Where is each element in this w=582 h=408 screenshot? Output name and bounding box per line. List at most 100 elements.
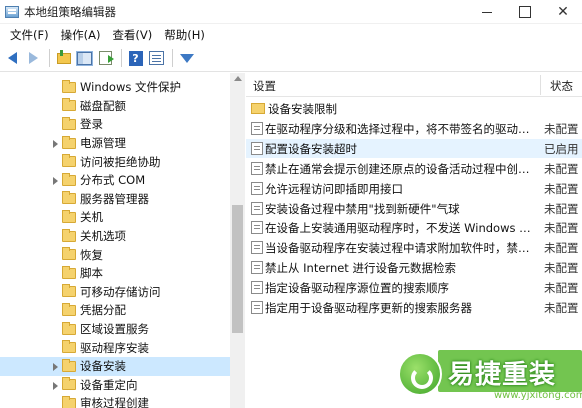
close-icon[interactable]: ✕ [544, 0, 582, 24]
tree-item[interactable]: 设备重定向 [0, 376, 230, 395]
scrollbar-thumb[interactable] [232, 205, 243, 333]
expand-chevron-icon[interactable] [53, 177, 59, 186]
policy-name: 指定用于设备驱动程序更新的搜索服务器 [265, 301, 472, 315]
policy-row[interactable]: 禁止在通常会提示创建还原点的设备活动过程中创建系统还原点未配置 [246, 159, 582, 178]
toolbar-divider [121, 49, 122, 67]
column-header-setting[interactable]: 设置 [253, 78, 276, 94]
tree-item[interactable]: 登录 [0, 115, 230, 134]
policy-row[interactable]: 允许远程访问即插即用接口 未配置 [246, 179, 582, 198]
tree-scrollbar[interactable] [230, 73, 245, 408]
tree-item[interactable]: 设备安装 [0, 357, 230, 376]
policy-setting-icon [251, 261, 263, 275]
tree-item[interactable]: Windows 文件保护 [0, 78, 230, 97]
tree-item[interactable]: 脚本 [0, 264, 230, 283]
tree-item-label: Windows 文件保护 [80, 80, 181, 95]
policy-name: 安装设备过程中禁用"找到新硬件"气球 [265, 201, 460, 216]
folder-icon [62, 209, 76, 223]
policy-row[interactable]: 配置设备安装超时 已启用 [246, 138, 582, 158]
policy-state: 未配置 [544, 301, 579, 315]
policy-state: 未配置 [544, 181, 579, 196]
policy-name: 指定设备驱动程序源位置的搜索顺序 [265, 281, 449, 296]
menu-action[interactable]: 操作(A) [55, 25, 107, 45]
policy-row[interactable]: 设备安装限制 [246, 99, 582, 118]
tree-item-label: 服务器管理器 [80, 191, 149, 206]
tree-item-label: 区域设置服务 [80, 322, 149, 337]
tree-item[interactable]: 访问被拒绝协助 [0, 152, 230, 171]
column-header-state[interactable]: 状态 [550, 78, 573, 94]
menu-file[interactable]: 文件(F) [4, 25, 55, 45]
policy-setting-icon [251, 141, 263, 155]
policy-name: 禁止在通常会提示创建还原点的设备活动过程中创建系统还原点 [265, 161, 537, 176]
policy-name: 当设备驱动程序在安装过程中请求附加软件时，禁止 Windows 检索 [265, 241, 537, 256]
tree-item[interactable]: 电源管理 [0, 134, 230, 153]
scroll-up-icon[interactable] [234, 76, 242, 81]
window-title: 本地组策略编辑器 [24, 4, 116, 19]
tree-item-label: 设备安装 [80, 359, 126, 374]
tree-item[interactable]: 服务器管理器 [0, 190, 230, 209]
folder-icon [62, 377, 76, 391]
policy-row[interactable]: 当设备驱动程序在安装过程中请求附加软件时，禁止 Windows 检索未配置 [246, 238, 582, 257]
properties-icon[interactable] [147, 49, 166, 68]
policy-setting-icon [251, 301, 263, 314]
tree-item[interactable]: 驱动程序安装 [0, 338, 230, 357]
folder-icon [62, 79, 76, 93]
policy-name: 允许远程访问即插即用接口 [265, 181, 403, 196]
tree-item[interactable]: 审核过程创建 [0, 394, 230, 408]
folder-icon [62, 395, 76, 408]
minimize-icon[interactable] [468, 0, 506, 24]
tree-item[interactable]: 分布式 COM [0, 171, 230, 190]
policy-state: 未配置 [544, 121, 579, 136]
tree-item[interactable]: 磁盘配额 [0, 97, 230, 116]
filter-icon[interactable] [177, 49, 196, 68]
window-controls: ✕ [468, 0, 582, 24]
policy-state: 未配置 [544, 161, 579, 176]
folder-icon [62, 154, 76, 168]
tree-item[interactable]: 恢复 [0, 245, 230, 264]
folder-icon [62, 228, 76, 242]
expand-chevron-icon[interactable] [53, 381, 59, 390]
tree-item-label: 电源管理 [80, 136, 126, 151]
expand-chevron-icon[interactable] [53, 363, 59, 372]
help-icon[interactable]: ? [126, 49, 145, 68]
menu-help[interactable]: 帮助(H) [158, 25, 211, 45]
expand-chevron-icon[interactable] [53, 140, 59, 149]
title-bar: 本地组策略编辑器 ✕ [0, 0, 582, 24]
folder-icon [62, 302, 76, 316]
policy-row[interactable]: 安装设备过程中禁用"找到新硬件"气球 未配置 [246, 199, 582, 218]
tree-item-label: 登录 [80, 117, 103, 132]
policy-row[interactable]: 指定设备驱动程序源位置的搜索顺序 未配置 [246, 278, 582, 297]
up-folder-icon[interactable] [54, 49, 73, 68]
maximize-icon[interactable] [506, 0, 544, 24]
tree-item-label: 恢复 [80, 247, 103, 262]
tree-item-label: 磁盘配额 [80, 98, 126, 113]
show-hide-tree-icon[interactable] [75, 49, 94, 68]
folder-icon [251, 103, 265, 114]
tree-item[interactable]: 区域设置服务 [0, 320, 230, 339]
tree-item-label: 驱动程序安装 [80, 340, 149, 355]
policy-row[interactable]: 在设备上安装通用驱动程序时，不发送 Windows 错误报告 未配置 [246, 218, 582, 237]
watermark-url: www.yjxitong.com [494, 390, 582, 401]
tree-item-label: 关机选项 [80, 229, 126, 244]
tree-item[interactable]: 可移动存储访问 [0, 283, 230, 302]
forward-arrow-icon[interactable] [24, 49, 43, 68]
tree-item[interactable]: 关机选项 [0, 227, 230, 246]
policy-setting-icon [251, 181, 263, 195]
tree-item[interactable]: 凭据分配 [0, 301, 230, 320]
column-divider[interactable] [540, 75, 541, 95]
back-arrow-icon[interactable] [3, 49, 22, 68]
policy-state: 未配置 [544, 201, 579, 216]
toolbar: ? [0, 45, 582, 72]
menu-bar: 文件(F) 操作(A) 查看(V) 帮助(H) [0, 25, 582, 45]
tree-pane: Windows 文件保护 磁盘配额登录电源管理 访问被拒绝协助 分布式 COM 服务器管… [0, 73, 245, 408]
policy-row[interactable]: 指定用于设备驱动程序更新的搜索服务器 未配置 [246, 298, 582, 317]
tree-item-label: 可移动存储访问 [80, 284, 161, 299]
policy-row[interactable]: 在驱动程序分级和选择过程中，将不带签名的驱动程序视为与已数字签名的驱动程序等同未… [246, 119, 582, 138]
export-list-icon[interactable] [96, 49, 115, 68]
tree-item-label: 设备重定向 [80, 377, 138, 392]
menu-view[interactable]: 查看(V) [106, 25, 158, 45]
gpedit-app-icon [5, 5, 19, 18]
policy-row[interactable]: 禁止从 Internet 进行设备元数据检索 未配置 [246, 258, 582, 277]
tree-item[interactable]: 关机 [0, 208, 230, 227]
policy-setting-icon [251, 121, 263, 135]
toolbar-divider [49, 49, 50, 67]
